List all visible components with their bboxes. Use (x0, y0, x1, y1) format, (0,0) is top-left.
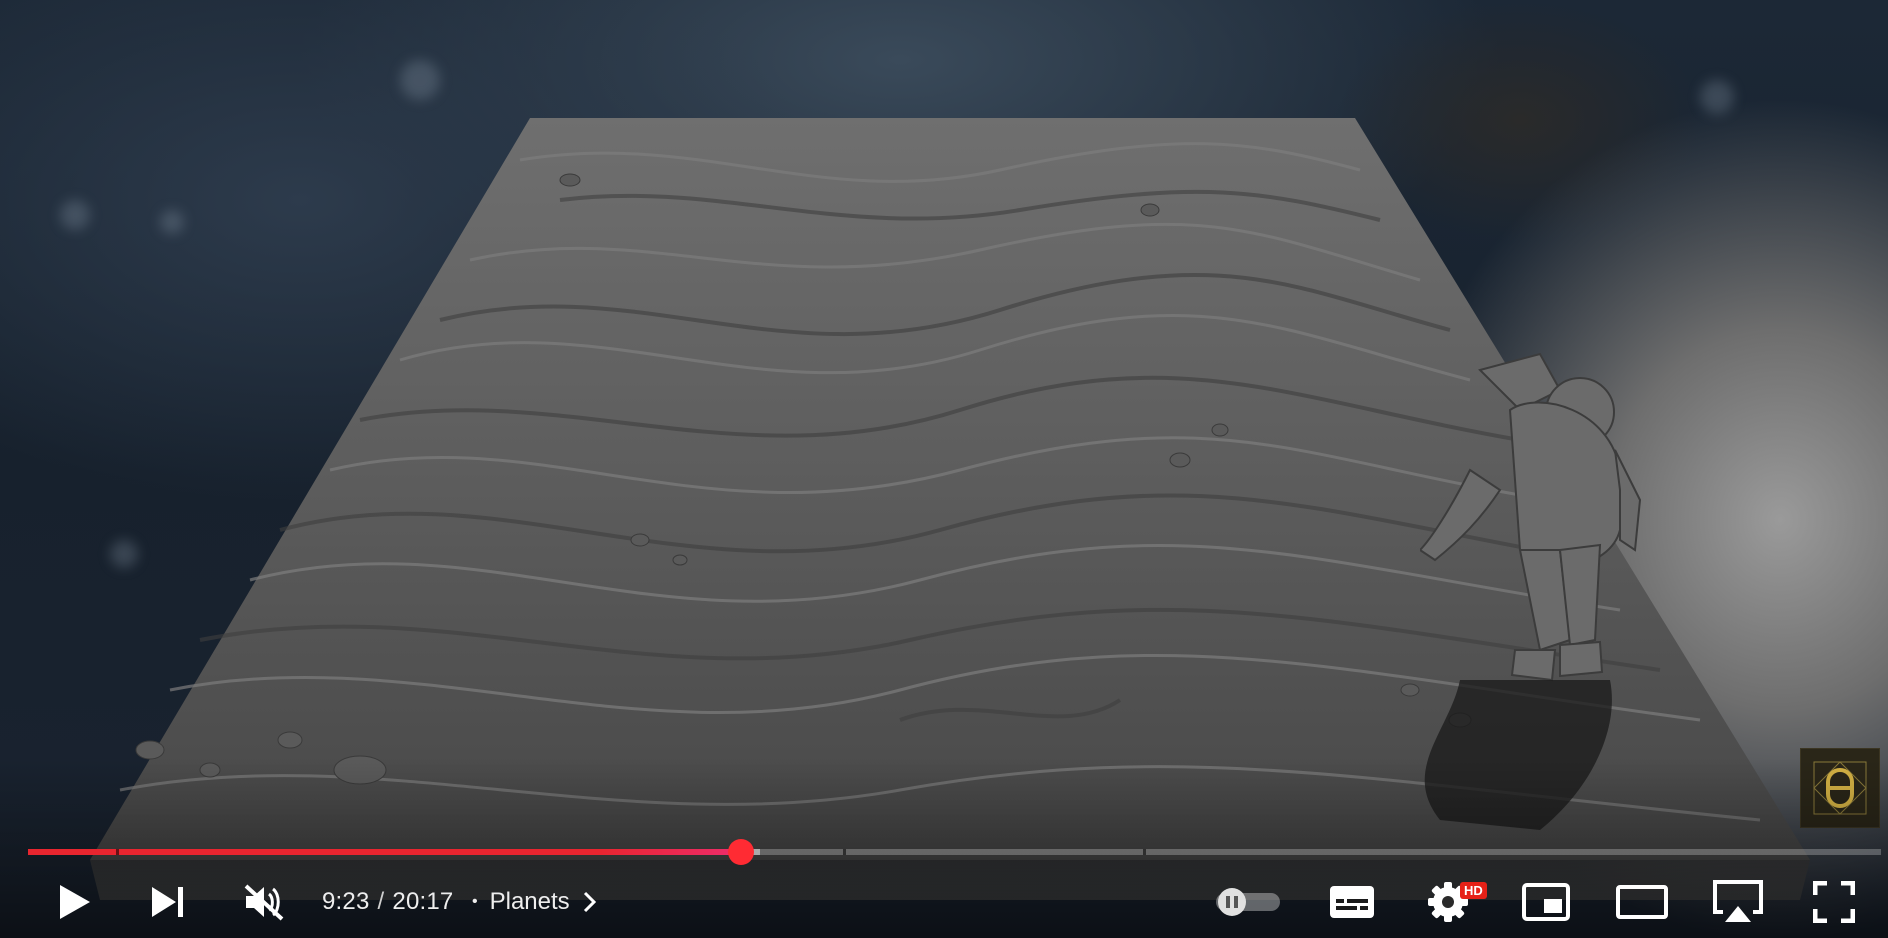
settings-button[interactable] (1418, 870, 1478, 934)
autoplay-toggle[interactable] (1212, 870, 1284, 934)
current-time: 9:23 (322, 888, 370, 915)
theater-mode-button[interactable] (1612, 870, 1672, 934)
video-player[interactable]: 9:23 / 20:17 • Planets HD (0, 0, 1888, 938)
duration: 20:17 (392, 888, 454, 915)
play-button[interactable] (46, 870, 102, 934)
progress-bar[interactable] (28, 839, 1881, 865)
chapter-marker (116, 849, 119, 855)
time-display: 9:23 / 20:17 (322, 870, 453, 934)
chapter-marker (1143, 849, 1146, 855)
chevron-right-icon (583, 891, 596, 913)
mute-button[interactable] (236, 870, 292, 934)
play-icon (60, 885, 90, 919)
fullscreen-button[interactable] (1804, 870, 1864, 934)
chapter-button[interactable]: • Planets (472, 870, 600, 934)
next-button[interactable] (140, 870, 196, 934)
subtitles-button[interactable] (1322, 870, 1382, 934)
autoplay-toggle-icon (1216, 888, 1280, 916)
chapter-separator: • (472, 893, 478, 910)
time-separator: / (377, 888, 385, 915)
subtitles-icon (1330, 886, 1374, 918)
airplay-icon (1713, 880, 1763, 922)
miniplayer-button[interactable] (1516, 870, 1576, 934)
hd-badge: HD (1460, 882, 1487, 899)
next-icon (152, 887, 183, 917)
progress-played (28, 849, 742, 855)
fullscreen-icon (1813, 881, 1855, 923)
volume-muted-icon (244, 884, 284, 921)
control-bar: 9:23 / 20:17 • Planets HD (0, 870, 1888, 934)
airplay-button[interactable] (1708, 870, 1768, 934)
chapter-title: Planets (489, 888, 570, 915)
miniplayer-icon (1522, 883, 1570, 921)
theater-mode-icon (1616, 885, 1668, 919)
chapter-marker (843, 849, 846, 855)
